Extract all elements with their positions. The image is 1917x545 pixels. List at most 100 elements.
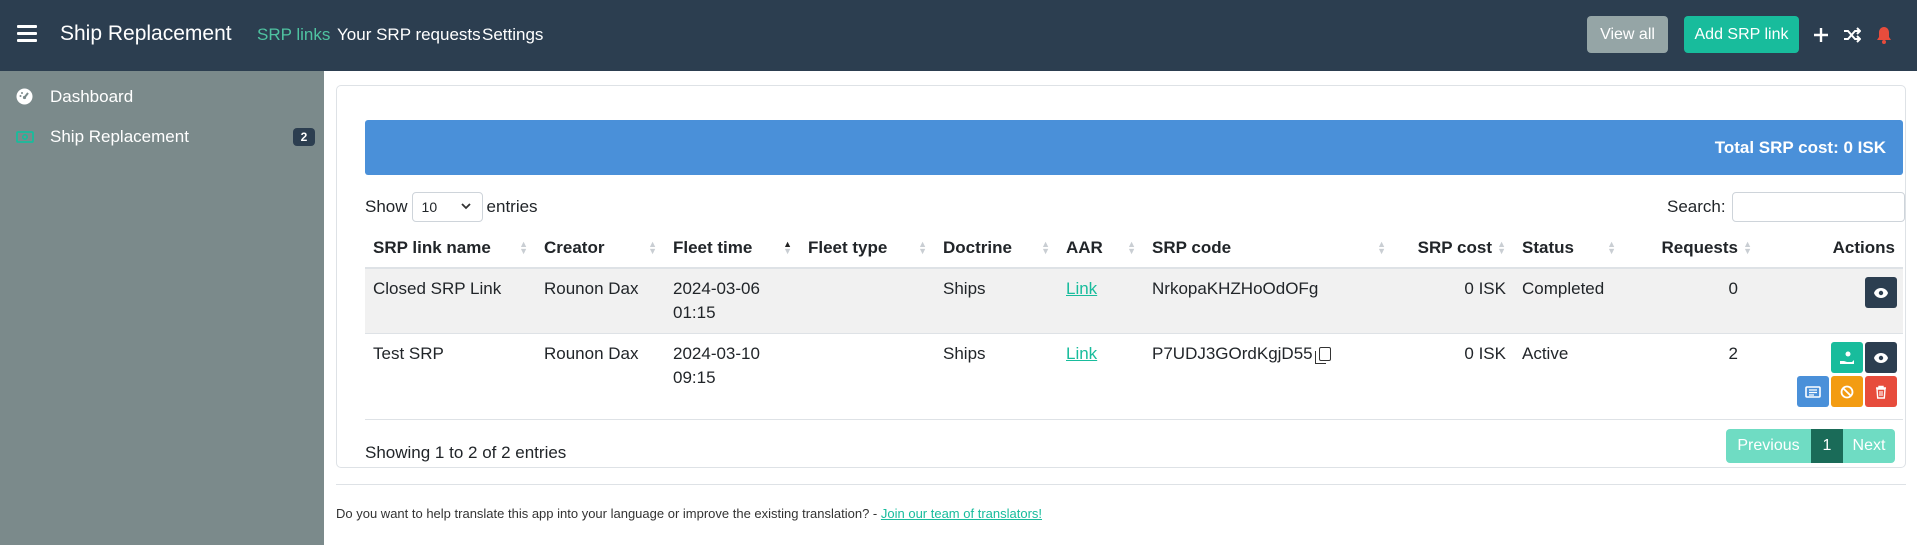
delete-button[interactable] [1865,376,1897,407]
cell-creator: Rounon Dax [536,333,665,420]
view-button[interactable] [1865,277,1897,308]
col-srp-link-name[interactable]: SRP link name ▲ ▼ [365,228,536,269]
dashboard-icon [16,88,33,105]
cell-fleet-type [800,268,935,334]
cell-aar: Link [1058,268,1144,334]
main-content: Total SRP cost: 0 ISK Show 10 entries Se… [324,71,1917,545]
copy-icon[interactable] [1314,347,1331,364]
table-row: Closed SRP Link Rounon Dax 2024-03-06 01… [365,268,1903,334]
entries-select-value: 10 [421,199,438,215]
sort-icon: ▲ ▼ [519,239,528,256]
translators-link[interactable]: Join our team of translators! [881,506,1042,521]
footer-divider [336,484,1906,485]
col-aar[interactable]: AAR ▲ ▼ [1058,228,1144,269]
table-header-row: SRP link name ▲ ▼ Creator ▲ ▼ Fleet time ▲ ▼ F… [365,228,1903,269]
disable-button[interactable] [1831,376,1863,407]
cell-requests: 2 [1624,333,1760,420]
cell-srp-link-name: Closed SRP Link [365,268,536,334]
col-fleet-time[interactable]: Fleet time ▲ ▼ [665,228,800,269]
col-fleet-type[interactable]: Fleet type ▲ ▼ [800,228,935,269]
sort-icon: ▲ ▼ [1607,239,1616,256]
edit-aar-button[interactable] [1797,376,1829,407]
newspaper-icon [1805,385,1821,398]
cell-status: Active [1514,333,1624,420]
srp-links-table: SRP link name ▲ ▼ Creator ▲ ▼ Fleet time ▲ ▼ F… [365,228,1903,420]
sidebar-item-label: Dashboard [50,87,134,106]
cell-fleet-type [800,333,935,420]
eye-icon [1874,287,1888,298]
nav-srp-links[interactable]: SRP links [257,25,330,45]
trash-icon [1876,385,1886,399]
sort-icon: ▲ ▼ [1377,239,1386,256]
aar-link[interactable]: Link [1066,344,1097,363]
sidebar-item-ship-replacement[interactable]: Ship Replacement 2 [0,119,324,155]
top-navbar: Ship Replacement SRP links Your SRP requ… [0,0,1917,71]
col-srp-cost[interactable]: SRP cost ▲ ▼ [1394,228,1514,269]
ban-icon [1840,385,1854,398]
app-brand[interactable]: Ship Replacement [60,22,232,46]
col-actions: Actions [1760,228,1903,269]
srp-code-text: P7UDJ3GOrdKgjD55 [1152,344,1313,363]
next-page-button[interactable]: Next [1843,429,1895,463]
cell-actions [1760,268,1903,334]
notification-bell-icon[interactable] [1874,24,1894,46]
cell-requests: 0 [1624,268,1760,334]
add-srp-link-button[interactable]: Add SRP link [1684,16,1799,53]
col-srp-code[interactable]: SRP code ▲ ▼ [1144,228,1394,269]
chevron-down-icon [460,200,472,215]
request-srp-button[interactable] [1831,342,1863,373]
search-input[interactable] [1731,192,1905,222]
cell-aar: Link [1058,333,1144,420]
search-label: Search: [1667,197,1726,216]
sort-icon: ▲ ▼ [1743,239,1752,256]
view-all-button[interactable]: View all [1587,16,1668,53]
table-info: Showing 1 to 2 of 2 entries [365,443,567,462]
footer-text: Do you want to help translate this app i… [336,506,881,521]
col-requests[interactable]: Requests ▲ ▼ [1624,228,1760,269]
cell-srp-cost: 0 ISK [1394,268,1514,334]
aar-link[interactable]: Link [1066,279,1097,298]
cell-srp-link-name: Test SRP [365,333,536,420]
sort-icon: ▲ ▼ [648,239,657,256]
menu-toggle-icon[interactable] [17,25,37,45]
cell-fleet-time: 2024-03-06 01:15 [665,268,800,334]
col-creator[interactable]: Creator ▲ ▼ [536,228,665,269]
eye-icon [1874,352,1888,363]
sort-icon: ▲ ▼ [1127,239,1136,256]
entries-length-control: Show 10 entries [365,192,538,222]
sort-icon: ▲ ▼ [1041,239,1050,256]
show-label: Show [365,197,408,216]
table-search: Search: [1667,192,1905,222]
nav-settings[interactable]: Settings [482,25,543,45]
pagination: Previous 1 Next [1726,429,1895,463]
sidebar: Dashboard Ship Replacement 2 [0,71,324,545]
cell-srp-cost: 0 ISK [1394,333,1514,420]
cell-actions [1760,333,1903,420]
sidebar-count-badge: 2 [293,128,315,146]
page-1-button[interactable]: 1 [1811,429,1843,463]
cell-srp-code: P7UDJ3GOrdKgjD55 [1144,333,1394,420]
sidebar-item-dashboard[interactable]: Dashboard [0,79,324,115]
col-status[interactable]: Status ▲ ▼ [1514,228,1624,269]
cell-creator: Rounon Dax [536,268,665,334]
entries-select[interactable]: 10 [411,192,483,222]
table-row: Test SRP Rounon Dax 2024-03-10 09:15 Shi… [365,333,1903,420]
cell-status: Completed [1514,268,1624,334]
sort-asc-icon: ▲ ▼ [783,239,792,256]
money-icon [16,129,34,146]
shuffle-icon[interactable] [1842,24,1862,46]
view-button[interactable] [1865,342,1897,373]
sidebar-item-label: Ship Replacement [50,127,189,146]
srp-links-card: Total SRP cost: 0 ISK Show 10 entries Se… [336,85,1906,468]
nav-your-srp-requests[interactable]: Your SRP requests [337,25,481,45]
total-srp-cost-banner: Total SRP cost: 0 ISK [365,120,1903,175]
sort-icon: ▲ ▼ [918,239,927,256]
cell-doctrine: Ships [935,333,1058,420]
plus-icon[interactable] [1811,24,1831,46]
entries-label: entries [486,197,538,216]
col-doctrine[interactable]: Doctrine ▲ ▼ [935,228,1058,269]
footer: Do you want to help translate this app i… [336,506,1042,521]
sort-icon: ▲ ▼ [1497,239,1506,256]
previous-page-button[interactable]: Previous [1726,429,1811,463]
cell-srp-code: NrkopaKHZHoOdOFg [1144,268,1394,334]
